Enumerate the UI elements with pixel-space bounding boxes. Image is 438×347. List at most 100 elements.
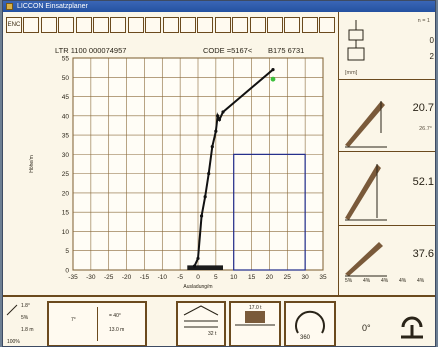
toolbar-button-3[interactable] [58,17,75,33]
y-tick-label-10: 50 [62,75,70,82]
boom-point-0-1 [196,256,200,261]
tick-0: 5% [345,278,353,284]
tick-2: 4% [381,278,389,284]
boom-point-0-8 [217,118,222,122]
hook-panel[interactable]: [mm] n = 1 0 2 [339,12,435,80]
config-panel[interactable]: 1.8° 5% 1.8 m 100% [5,301,45,346]
toolbar-button-1[interactable] [23,17,40,33]
radius-value: 20.7 [412,102,434,114]
toolbar-button-12[interactable] [214,17,231,33]
title-bar: LICCON Einsatzplaner [3,1,435,12]
boom-point-0-3 [203,195,207,199]
x-tick-label-8: 5 [214,274,218,281]
y-tick-label-11: 55 [62,56,70,63]
angle-sub-value: 26.7° [419,126,432,132]
toolbar-button-5[interactable] [93,17,109,33]
toolbar-button-17[interactable] [301,17,318,33]
boom-point-0-7 [216,114,220,118]
toolbar-button-11[interactable] [197,17,214,33]
house-icon [183,305,219,328]
config-value-2: 5% [21,315,29,321]
liccon-window: LICCON Einsatzplaner ENC LTR 1100 000074… [2,0,436,347]
toolbar-button-16[interactable] [284,17,301,33]
jib-divider [97,307,98,341]
height-panel[interactable]: 52.1 [339,152,435,226]
y-tick-label-9: 45 [62,94,70,101]
boom-length-panel[interactable]: 37.6 5% 4% 4% 4% 4% [339,226,435,295]
x-tick-label-12: 25 [284,274,292,281]
radius-panel[interactable]: 20.7 26.7° [339,80,435,152]
y-tick-label-2: 10 [62,229,70,236]
x-tick-label-1: -30 [86,274,96,281]
toolbar-button-13[interactable] [232,17,249,33]
y-tick-label-8: 40 [62,113,70,120]
chart-area: LTR 1100 000074957 CODE =5167< B175 6731… [3,44,338,294]
x-tick-label-3: -20 [122,274,132,281]
boom-point-0-6 [214,129,218,133]
counterweight-icon [6,304,18,316]
slew-angle-value: 0° [362,323,371,333]
boom-point-0-9 [221,110,225,114]
jib-angle-limit: = 40° [109,313,121,319]
y-tick-label-1: 5 [65,248,69,255]
hook-symbol-icon[interactable] [395,305,429,341]
boom-point-0-4 [207,172,211,176]
boom-point-0-0 [192,264,197,268]
toolbar-button-9[interactable] [162,17,179,33]
y-axis-label: Höhe/m [29,155,35,173]
hook-value-2: 2 [429,52,434,61]
x-tick-label-6: -5 [177,274,183,281]
toolbar-button-10[interactable] [180,17,196,33]
toolbar-button-0[interactable]: ENC [6,17,22,33]
toolbar-button-2[interactable] [40,17,57,33]
slewing-panel[interactable]: 360 [284,301,336,346]
counterweight-panel[interactable]: 32 t [176,301,226,346]
boom-point-0-10 [271,67,275,72]
toolbar: ENC [3,12,338,44]
boom-radius-icon [345,101,387,148]
boom-length-value: 37.6 [412,248,434,260]
y-tick-label-3: 15 [62,210,70,217]
height-value: 52.1 [412,176,434,188]
tick-3: 4% [399,278,407,284]
y-tick-label-5: 25 [62,171,70,178]
counterweight-value: 32 t [208,331,217,337]
config-value-1: 1.8° [21,303,30,309]
jib-length: 13.0 m [109,327,125,333]
x-tick-label-14: 35 [319,274,327,281]
boom-point-0-5 [210,145,214,149]
toolbar-button-14[interactable] [249,17,266,33]
jib-panel[interactable]: 7° = 40° 13.0 m [47,301,147,346]
x-tick-label-7: 0 [196,274,200,281]
toolbar-button-4[interactable] [75,17,92,33]
boom-length-ticks: 5% 4% 4% 4% 4% [345,278,433,286]
load-chart[interactable]: -35 -30 -25 -20 -15 -10 -5 0 5 10 15 20 25 30 35 0 5 10 15… [3,44,338,294]
toolbar-button-6[interactable] [110,17,127,33]
x-tick-label-13: 30 [302,274,310,281]
config-value-4: 100% [7,339,20,345]
tick-4: 4% [417,278,425,284]
outrigger-value: 17.0 t [249,305,262,311]
toolbar-button-8[interactable] [145,17,162,33]
window-title: LICCON Einsatzplaner [17,3,88,10]
outrigger-panel[interactable]: 17.0 t [229,301,281,346]
x-axis-label: Ausladung/m [183,284,212,290]
hook-unit-label: [mm] [345,70,358,76]
toolbar-button-7[interactable] [127,17,144,33]
y-tick-label-6: 30 [62,152,70,159]
bottom-bar: 1.8° 5% 1.8 m 100% 7° = 40° 13.0 m 32 t … [3,295,435,346]
x-tick-label-10: 15 [248,274,256,281]
app-icon [6,3,13,10]
reeving-label: n = 1 [417,18,430,24]
toolbar-button-15[interactable] [267,17,283,33]
y-tick-label-4: 20 [62,190,70,197]
right-panel: [mm] n = 1 0 2 20.7 26.7° 52.1 37.6 5% 4… [338,12,435,295]
hook-value-1: 0 [429,36,434,45]
x-tick-label-9: 10 [230,274,238,281]
x-tick-label-0: -35 [68,274,78,281]
x-tick-label-2: -25 [104,274,114,281]
toolbar-button-18[interactable] [319,17,336,33]
y-tick-label-0: 0 [65,268,69,275]
slew-value: 360 [300,335,311,341]
x-tick-label-11: 20 [266,274,274,281]
